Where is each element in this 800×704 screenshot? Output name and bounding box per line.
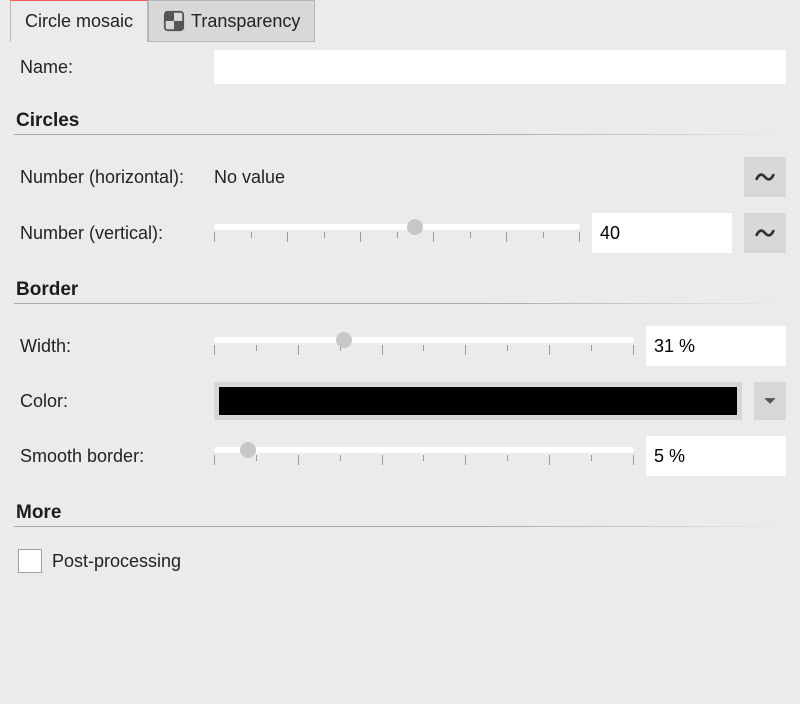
tab-circle-mosaic[interactable]: Circle mosaic bbox=[10, 0, 148, 42]
tab-label: Transparency bbox=[191, 11, 300, 32]
width-slider[interactable] bbox=[214, 328, 634, 364]
section-header-border: Border bbox=[14, 279, 786, 301]
name-input[interactable] bbox=[214, 50, 786, 84]
name-label: Name: bbox=[14, 57, 214, 78]
num-vertical-slider[interactable] bbox=[214, 215, 580, 251]
num-vertical-input[interactable] bbox=[592, 213, 800, 253]
color-label: Color: bbox=[14, 391, 214, 412]
tab-label: Circle mosaic bbox=[25, 11, 133, 32]
width-spinner[interactable] bbox=[646, 326, 786, 366]
divider bbox=[14, 303, 786, 304]
width-label: Width: bbox=[14, 336, 214, 357]
num-horizontal-action-button[interactable] bbox=[744, 157, 786, 197]
smooth-border-slider[interactable] bbox=[214, 438, 634, 474]
section-header-circles: Circles bbox=[14, 110, 786, 132]
num-vertical-spinner[interactable] bbox=[592, 213, 732, 253]
smooth-border-spinner[interactable] bbox=[646, 436, 786, 476]
smooth-border-label: Smooth border: bbox=[14, 446, 214, 467]
width-input[interactable] bbox=[646, 326, 800, 366]
transparency-icon bbox=[163, 10, 185, 32]
post-processing-label: Post-processing bbox=[52, 551, 181, 572]
divider bbox=[14, 526, 786, 527]
color-well[interactable] bbox=[214, 382, 742, 420]
num-vertical-label: Number (vertical): bbox=[14, 223, 214, 244]
num-horizontal-value: No value bbox=[214, 167, 285, 188]
section-header-more: More bbox=[14, 502, 786, 524]
post-processing-checkbox[interactable] bbox=[18, 549, 42, 573]
tilde-icon bbox=[754, 166, 776, 188]
smooth-border-input[interactable] bbox=[646, 436, 800, 476]
color-chip bbox=[219, 387, 737, 415]
num-horizontal-label: Number (horizontal): bbox=[14, 167, 214, 188]
chevron-down-icon bbox=[764, 397, 776, 405]
color-dropdown-button[interactable] bbox=[754, 382, 786, 420]
tab-transparency[interactable]: Transparency bbox=[148, 0, 315, 42]
divider bbox=[14, 134, 786, 135]
